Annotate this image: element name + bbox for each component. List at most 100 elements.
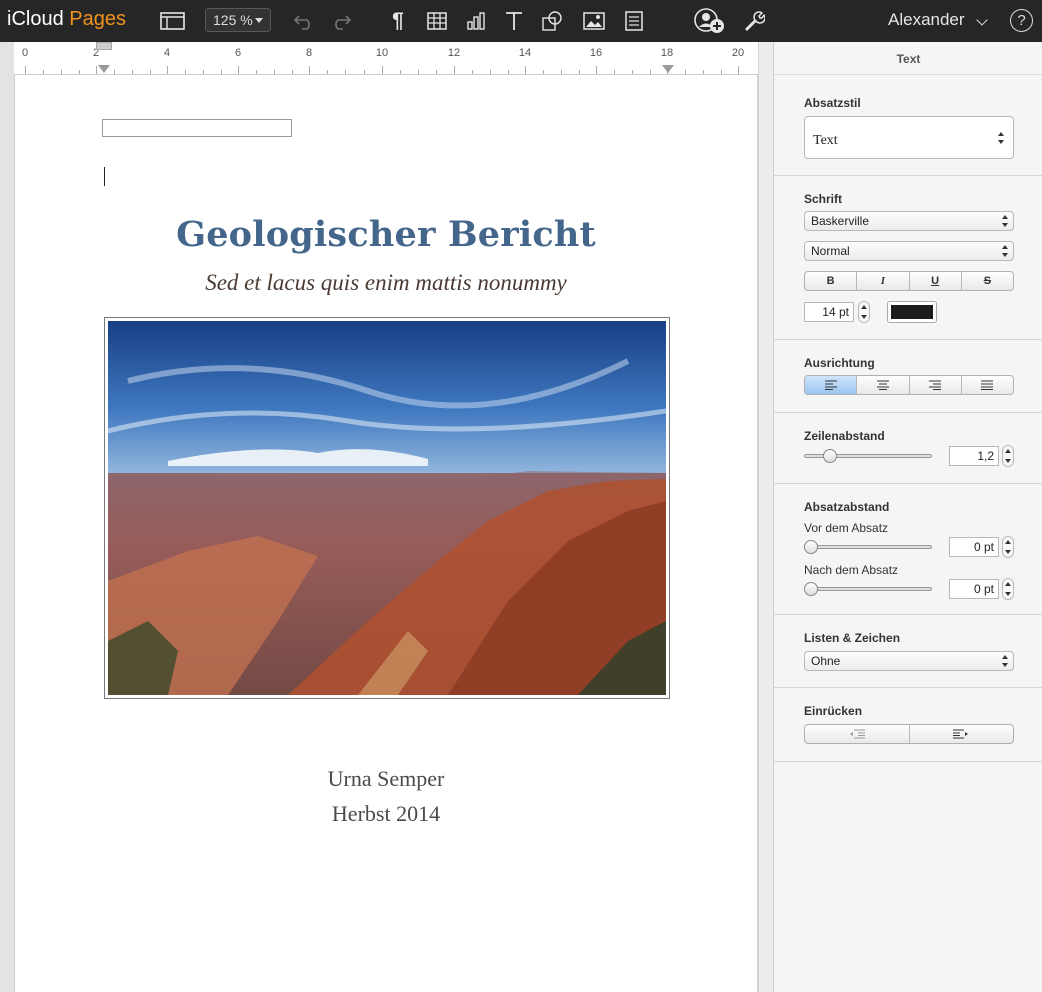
align-justify-icon — [981, 380, 994, 390]
help-button[interactable]: ? — [1010, 9, 1033, 32]
space-before-stepper[interactable] — [1002, 536, 1014, 558]
font-style-buttons: B I U S — [804, 271, 1014, 291]
shape-icon[interactable] — [541, 8, 563, 34]
font-color-well[interactable] — [887, 301, 937, 323]
image-icon[interactable] — [582, 8, 606, 34]
typeface-select[interactable]: Normal — [804, 241, 1014, 261]
space-before-slider[interactable] — [804, 545, 932, 549]
table-icon[interactable] — [426, 8, 448, 34]
text-cursor — [104, 167, 105, 186]
font-family-value: Baskerville — [811, 214, 870, 228]
line-spacing-stepper[interactable] — [1002, 445, 1014, 467]
lists-section: Listen & Zeichen Ohne — [774, 615, 1042, 688]
redo-icon[interactable] — [329, 8, 353, 34]
paragraph-style-label: Absatzstil — [804, 96, 861, 110]
paragraph-spacing-section: Absatzabstand Vor dem Absatz 0 pt Nach d… — [774, 484, 1042, 615]
space-before-label: Vor dem Absatz — [804, 521, 889, 535]
paragraph-style-section: Absatzstil Text — [774, 75, 1042, 176]
font-size-stepper[interactable] — [858, 301, 870, 323]
paragraph-icon[interactable]: ¶ — [389, 8, 407, 34]
alignment-section: Ausrichtung — [774, 340, 1042, 413]
line-spacing-slider-thumb[interactable] — [823, 449, 837, 463]
font-label: Schrift — [804, 192, 843, 206]
alignment-buttons — [804, 375, 1014, 395]
ruler-label: 4 — [163, 47, 171, 59]
bold-button[interactable]: B — [805, 272, 858, 290]
document-title[interactable]: Geologischer Bericht — [14, 214, 758, 255]
first-line-indent-marker[interactable] — [96, 42, 112, 50]
right-indent-marker[interactable] — [662, 65, 674, 73]
document-author[interactable]: Urna Semper — [14, 766, 758, 792]
indent-label: Einrücken — [804, 704, 863, 718]
app-brand: iCloud Pages — [7, 8, 126, 31]
space-before-slider-thumb[interactable] — [804, 540, 818, 554]
ruler-label: 16 — [589, 47, 603, 59]
collaborate-icon[interactable] — [694, 8, 726, 34]
updown-arrows-icon — [1001, 655, 1009, 667]
font-section: Schrift Baskerville Normal B I U S 14 pt — [774, 176, 1042, 340]
strikethrough-button[interactable]: S — [962, 272, 1013, 290]
space-after-label: Nach dem Absatz — [804, 563, 899, 577]
document-date[interactable]: Herbst 2014 — [14, 801, 758, 827]
format-inspector: Text Absatzstil Text Schrift Baskerville… — [773, 42, 1042, 992]
line-spacing-label: Zeilenabstand — [804, 429, 885, 443]
toolbar: iCloud Pages 125 % ¶ Alexander ? — [0, 0, 1042, 42]
align-center-icon — [876, 380, 889, 390]
indent-section: Einrücken — [774, 688, 1042, 762]
canyon-photo[interactable] — [104, 317, 670, 699]
font-family-select[interactable]: Baskerville — [804, 211, 1014, 231]
increase-indent-button[interactable] — [910, 725, 1014, 743]
ruler-label: 12 — [447, 47, 461, 59]
align-right-icon — [929, 380, 942, 390]
lists-label: Listen & Zeichen — [804, 631, 901, 645]
space-before-field[interactable]: 0 pt — [949, 537, 999, 557]
text-icon[interactable] — [503, 8, 525, 34]
font-size-field[interactable]: 14 pt — [804, 302, 854, 322]
chart-icon[interactable] — [465, 8, 487, 34]
ruler[interactable]: 0 2 4 6 8 10 12 14 16 18 20 — [14, 42, 758, 75]
comment-icon[interactable] — [624, 8, 644, 34]
space-after-slider-thumb[interactable] — [804, 582, 818, 596]
paragraph-style-select[interactable]: Text — [804, 116, 1014, 159]
space-after-field[interactable]: 0 pt — [949, 579, 999, 599]
chevron-down-icon[interactable] — [976, 14, 988, 26]
list-style-select[interactable]: Ohne — [804, 651, 1014, 671]
align-center-button[interactable] — [857, 376, 910, 394]
brand-app-name: Pages — [69, 8, 126, 30]
list-style-value: Ohne — [811, 654, 841, 668]
left-indent-marker[interactable] — [98, 65, 110, 73]
space-after-slider[interactable] — [804, 587, 932, 591]
vertical-scrollbar[interactable] — [758, 42, 773, 992]
italic-button[interactable]: I — [857, 272, 910, 290]
zoom-value: 125 % — [213, 12, 253, 28]
align-right-button[interactable] — [910, 376, 962, 394]
font-color-swatch — [891, 305, 933, 319]
ruler-label: 6 — [234, 47, 242, 59]
tools-icon[interactable] — [742, 8, 766, 34]
document-subtitle[interactable]: Sed et lacus quis enim mattis nonummy — [14, 270, 758, 296]
alignment-label: Ausrichtung — [804, 356, 875, 370]
header-field[interactable] — [102, 119, 292, 137]
outdent-icon — [849, 729, 865, 739]
align-left-icon — [824, 380, 837, 390]
inspector-title: Text — [774, 42, 1042, 75]
user-menu[interactable]: Alexander — [888, 10, 965, 30]
align-left-button[interactable] — [805, 376, 858, 394]
ruler-label: 0 — [21, 47, 29, 59]
underline-button[interactable]: U — [910, 272, 962, 290]
indent-buttons — [804, 724, 1014, 744]
ruler-label: 10 — [375, 47, 389, 59]
ruler-label: 20 — [731, 47, 745, 59]
zoom-select[interactable]: 125 % — [205, 8, 271, 32]
paragraph-style-value: Text — [813, 133, 838, 148]
align-justify-button[interactable] — [962, 376, 1013, 394]
view-icon[interactable] — [159, 8, 185, 34]
ruler-label: 18 — [660, 47, 674, 59]
chevron-down-icon — [255, 18, 263, 23]
indent-icon — [953, 729, 969, 739]
undo-icon[interactable] — [292, 8, 316, 34]
ruler-label: 14 — [518, 47, 532, 59]
decrease-indent-button[interactable] — [805, 725, 910, 743]
line-spacing-field[interactable]: 1,2 — [949, 446, 999, 466]
space-after-stepper[interactable] — [1002, 578, 1014, 600]
